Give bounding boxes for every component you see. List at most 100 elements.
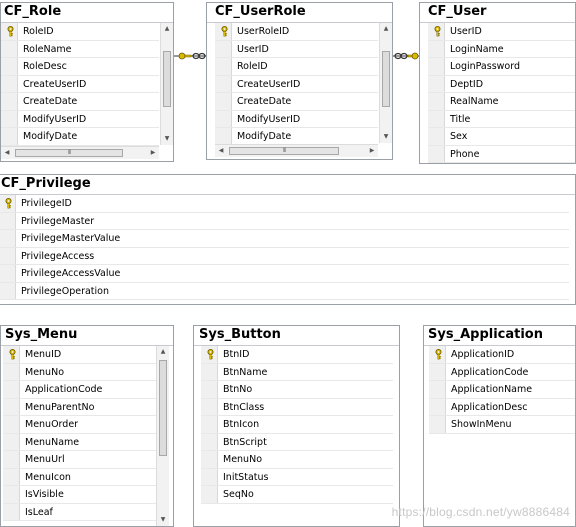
- row-header[interactable]: [428, 75, 445, 92]
- column-row[interactable]: CreateDate: [215, 93, 378, 111]
- row-header[interactable]: [0, 265, 16, 282]
- row-header[interactable]: [0, 230, 16, 247]
- row-header[interactable]: [3, 503, 20, 520]
- column-row[interactable]: RoleID: [215, 58, 378, 76]
- scroll-up-arrow-icon[interactable]: ▲: [380, 23, 392, 35]
- column-row[interactable]: Sex: [428, 128, 575, 146]
- row-header[interactable]: [3, 363, 20, 380]
- row-header[interactable]: [3, 451, 20, 468]
- row-header[interactable]: [201, 381, 218, 398]
- horizontal-scrollbar[interactable]: ◀ III ▶: [1, 146, 159, 159]
- row-header[interactable]: [3, 381, 20, 398]
- vertical-scrollbar[interactable]: ▲ ▼: [379, 23, 392, 143]
- row-header[interactable]: [201, 398, 218, 415]
- row-header[interactable]: [1, 75, 18, 92]
- scroll-down-arrow-icon[interactable]: ▼: [161, 133, 173, 145]
- row-header[interactable]: [428, 40, 445, 57]
- row-header[interactable]: [428, 128, 445, 145]
- column-row[interactable]: Title: [428, 110, 575, 128]
- row-header[interactable]: [0, 247, 16, 264]
- row-header[interactable]: [3, 486, 20, 503]
- column-row[interactable]: RealName: [428, 93, 575, 111]
- column-row[interactable]: LoginPassword: [428, 58, 575, 76]
- row-header[interactable]: [201, 486, 218, 503]
- column-row[interactable]: PrivilegeAccessValue: [0, 265, 569, 283]
- column-row[interactable]: CreateUserID: [1, 75, 159, 93]
- row-header[interactable]: [429, 363, 446, 380]
- row-header[interactable]: [429, 346, 446, 363]
- column-row[interactable]: Phone: [428, 145, 575, 163]
- column-row[interactable]: PrivilegeID: [0, 195, 569, 213]
- row-header[interactable]: [215, 128, 232, 145]
- row-header[interactable]: [428, 93, 445, 110]
- column-row[interactable]: ShowInMenu: [429, 416, 575, 434]
- row-header[interactable]: [428, 58, 445, 75]
- row-header[interactable]: [215, 23, 232, 40]
- row-header[interactable]: [3, 346, 20, 363]
- row-header[interactable]: [215, 110, 232, 127]
- scroll-right-arrow-icon[interactable]: ▶: [147, 147, 159, 159]
- table-sys-menu[interactable]: Sys_Menu MenuID MenuNo ApplicationCode Menu…: [0, 325, 174, 527]
- row-header[interactable]: [428, 145, 445, 162]
- scroll-thumb[interactable]: [163, 51, 171, 107]
- column-row[interactable]: MenuName: [3, 433, 157, 451]
- row-header[interactable]: [1, 128, 18, 145]
- column-row[interactable]: BtnScript: [201, 433, 393, 451]
- column-row[interactable]: IsVisible: [3, 486, 157, 504]
- row-header[interactable]: [201, 346, 218, 363]
- row-header[interactable]: [3, 398, 20, 415]
- column-row[interactable]: MenuUrl: [3, 451, 157, 469]
- table-sys-button[interactable]: Sys_Button BtnID BtnName BtnNo BtnClass BtnI…: [193, 325, 400, 527]
- row-header[interactable]: [1, 110, 18, 127]
- column-row[interactable]: PrivilegeAccess: [0, 247, 569, 265]
- row-header[interactable]: [3, 468, 20, 485]
- scroll-down-arrow-icon[interactable]: ▼: [380, 131, 392, 143]
- row-header[interactable]: [1, 58, 18, 75]
- scroll-left-arrow-icon[interactable]: ◀: [215, 145, 227, 157]
- table-cf-role[interactable]: CF_Role RoleID RoleName RoleDesc CreateUser…: [0, 2, 174, 162]
- column-row[interactable]: MenuIcon: [3, 468, 157, 486]
- column-row[interactable]: UserRoleID: [215, 23, 378, 41]
- scroll-right-arrow-icon[interactable]: ▶: [366, 145, 378, 157]
- column-row[interactable]: ModifyUserID: [1, 110, 159, 128]
- row-header[interactable]: [0, 195, 16, 212]
- scroll-up-arrow-icon[interactable]: ▲: [161, 23, 173, 35]
- column-row[interactable]: PrivilegeMaster: [0, 212, 569, 230]
- column-row[interactable]: CreateDate: [1, 93, 159, 111]
- row-header[interactable]: [201, 451, 218, 468]
- vertical-scrollbar[interactable]: ▲ ▼: [156, 346, 169, 526]
- row-header[interactable]: [3, 416, 20, 433]
- scroll-thumb[interactable]: III: [15, 149, 123, 157]
- column-row[interactable]: ApplicationCode: [3, 381, 157, 399]
- column-row[interactable]: MenuID: [3, 346, 157, 364]
- row-header[interactable]: [1, 40, 18, 57]
- row-header[interactable]: [429, 381, 446, 398]
- column-row[interactable]: MenuNo: [3, 363, 157, 381]
- column-row[interactable]: ModifyDate: [215, 128, 378, 146]
- row-header[interactable]: [201, 416, 218, 433]
- column-row[interactable]: MenuNo: [201, 451, 393, 469]
- table-sys-application[interactable]: Sys_Application ApplicationID Application…: [423, 325, 576, 527]
- column-row[interactable]: BtnID: [201, 346, 393, 364]
- row-header[interactable]: [3, 433, 20, 450]
- column-row[interactable]: RoleID: [1, 23, 159, 41]
- row-header[interactable]: [215, 58, 232, 75]
- row-header[interactable]: [201, 433, 218, 450]
- row-header[interactable]: [201, 363, 218, 380]
- column-row[interactable]: BtnClass: [201, 398, 393, 416]
- column-row[interactable]: RoleName: [1, 40, 159, 58]
- column-row[interactable]: SeqNo: [201, 486, 393, 504]
- vertical-scrollbar[interactable]: ▲ ▼: [160, 23, 173, 145]
- column-row[interactable]: RoleDesc: [1, 58, 159, 76]
- scroll-thumb[interactable]: [382, 51, 390, 107]
- row-header[interactable]: [201, 468, 218, 485]
- column-row[interactable]: BtnNo: [201, 381, 393, 399]
- horizontal-scrollbar[interactable]: ◀ III ▶: [215, 144, 378, 157]
- row-header[interactable]: [428, 110, 445, 127]
- column-row[interactable]: BtnName: [201, 363, 393, 381]
- column-row[interactable]: InitStatus: [201, 468, 393, 486]
- column-row[interactable]: LoginName: [428, 40, 575, 58]
- column-row[interactable]: ApplicationName: [429, 381, 575, 399]
- scroll-up-arrow-icon[interactable]: ▲: [157, 346, 169, 358]
- column-row[interactable]: ApplicationID: [429, 346, 575, 364]
